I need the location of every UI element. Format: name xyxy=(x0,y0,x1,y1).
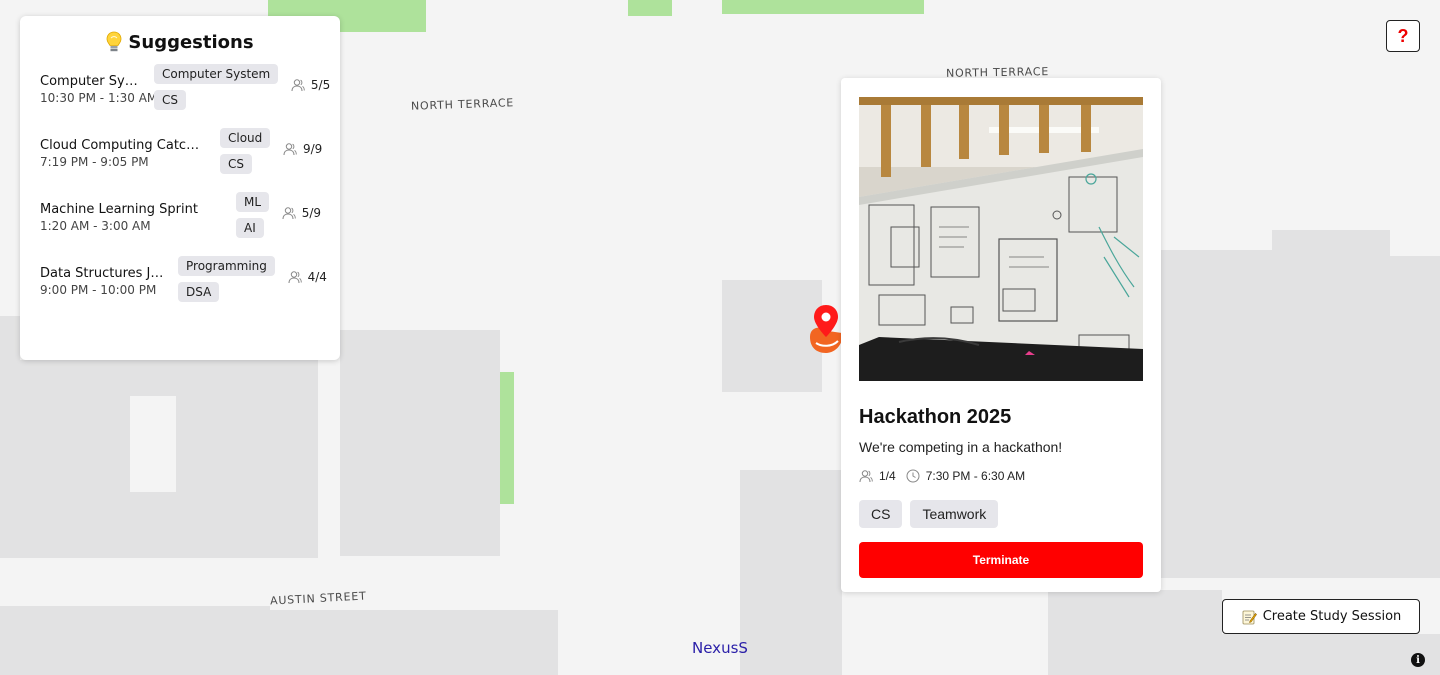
street-label: NORTH TERRACE xyxy=(410,96,515,113)
suggestions-title: Suggestions xyxy=(128,31,254,53)
building-block xyxy=(1388,256,1440,456)
suggestion-item[interactable]: Machine Learning Sprint 1:20 AM - 3:00 A… xyxy=(40,192,322,256)
suggestion-name: Data Structures J… xyxy=(40,266,164,281)
session-card: Hackathon 2025 We're competing in a hack… xyxy=(841,78,1161,592)
info-icon[interactable]: i xyxy=(1411,653,1425,667)
session-photo xyxy=(859,97,1143,381)
terminate-button[interactable]: Terminate xyxy=(859,542,1143,578)
park-area xyxy=(722,0,924,14)
session-tag: CS xyxy=(859,500,903,528)
suggestion-tag: Programming xyxy=(178,256,275,276)
participant-count: 4/4 xyxy=(307,270,327,284)
session-tags: CS Teamwork xyxy=(859,500,1143,528)
building-block xyxy=(740,470,842,675)
suggestion-tag: Computer System xyxy=(154,64,279,84)
create-study-session-button[interactable]: Create Study Session xyxy=(1222,599,1420,634)
location-pin-icon[interactable] xyxy=(806,303,846,355)
suggestion-time: 7:19 PM - 9:05 PM xyxy=(40,155,149,169)
brand-label: NexusS xyxy=(692,639,748,657)
park-area xyxy=(628,0,672,16)
suggestion-time: 9:00 PM - 10:00 PM xyxy=(40,283,157,297)
suggestion-tag: DSA xyxy=(178,282,220,302)
building-block xyxy=(1272,230,1390,450)
session-time: 7:30 PM - 6:30 AM xyxy=(925,469,1026,483)
people-icon xyxy=(859,470,873,483)
building-block xyxy=(130,396,176,492)
suggestion-tag: CS xyxy=(154,90,186,110)
street-label: AUSTIN STREET xyxy=(269,589,367,608)
suggestion-name: Computer Sy… xyxy=(40,74,138,89)
session-title: Hackathon 2025 xyxy=(859,406,1012,428)
participant-count: 5/9 xyxy=(301,206,322,220)
people-icon xyxy=(291,79,305,92)
suggestion-tag: ML xyxy=(236,192,270,212)
building-block xyxy=(1160,450,1440,578)
suggestion-time: 10:30 PM - 1:30 AM xyxy=(40,91,158,105)
create-study-session-label: Create Study Session xyxy=(1262,609,1402,624)
help-button[interactable]: ? xyxy=(1386,20,1420,52)
building-block xyxy=(1222,634,1440,675)
people-icon xyxy=(288,271,302,284)
suggestions-panel: Suggestions Computer Sy… 10:30 PM - 1:30… xyxy=(20,16,340,360)
suggestion-item[interactable]: Data Structures J… 9:00 PM - 10:00 PM Pr… xyxy=(40,256,327,320)
suggestion-item[interactable]: Computer Sy… 10:30 PM - 1:30 AM Computer… xyxy=(40,64,330,128)
session-tag: Teamwork xyxy=(910,500,999,528)
people-icon xyxy=(283,143,297,156)
park-area xyxy=(498,372,514,504)
session-participants: 1/4 xyxy=(879,469,896,483)
lightbulb-icon xyxy=(107,31,122,52)
suggestions-header: Suggestions xyxy=(40,30,320,54)
building-block xyxy=(340,330,500,556)
clock-icon xyxy=(906,469,920,483)
building-block xyxy=(268,610,558,675)
suggestion-tag: Cloud xyxy=(220,128,271,148)
building-block xyxy=(1160,250,1272,450)
building-block xyxy=(1048,590,1222,675)
suggestion-item[interactable]: Cloud Computing Catc… 7:19 PM - 9:05 PM … xyxy=(40,128,323,192)
participant-count: 5/5 xyxy=(310,78,331,92)
participant-count: 9/9 xyxy=(302,142,323,156)
suggestion-name: Cloud Computing Catc… xyxy=(40,138,200,153)
suggestion-name: Machine Learning Sprint xyxy=(40,202,198,217)
session-description: We're competing in a hackathon! xyxy=(859,439,1063,455)
people-icon xyxy=(282,207,296,220)
suggestion-tag: AI xyxy=(236,218,264,238)
suggestion-time: 1:20 AM - 3:00 AM xyxy=(40,219,151,233)
suggestion-tag: CS xyxy=(220,154,252,174)
memo-icon xyxy=(1242,610,1257,624)
session-meta: 1/4 7:30 PM - 6:30 AM xyxy=(859,469,1143,483)
building-block xyxy=(0,606,270,675)
